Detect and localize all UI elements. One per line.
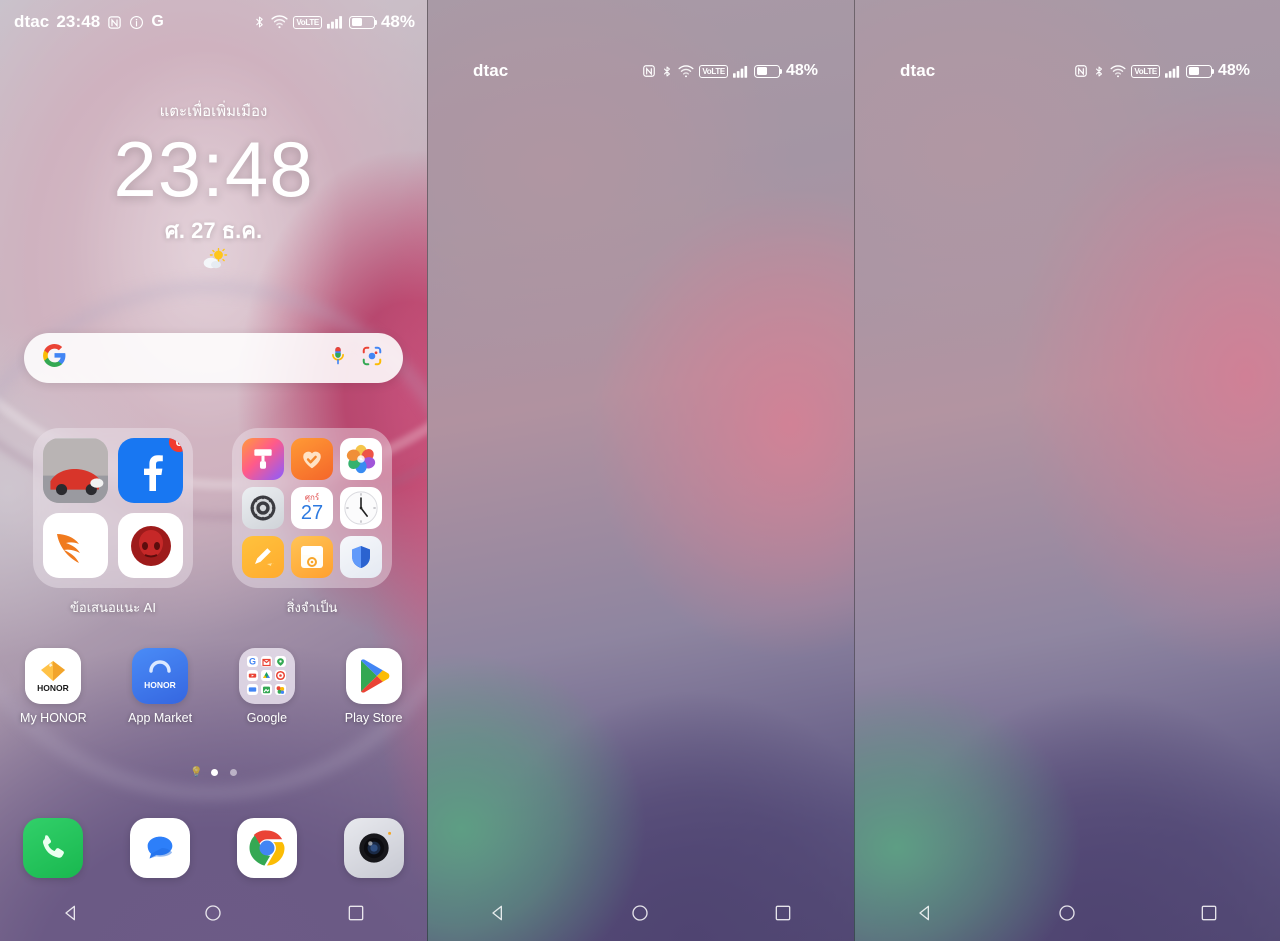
calendar-weekday: ศุกร์ (304, 492, 320, 502)
app-google-folder[interactable]: G Google (214, 648, 321, 725)
volte-icon: VoLTE (1131, 64, 1160, 78)
recents-square-icon[interactable] (773, 903, 793, 928)
health-app[interactable] (291, 438, 333, 480)
google-g-icon (42, 343, 67, 373)
folder-ai-suggestions[interactable]: 6 (33, 428, 193, 588)
nfc-icon (642, 64, 656, 78)
app-label: App Market (128, 711, 193, 725)
recorder-app[interactable] (291, 536, 333, 578)
folder-label: ข้อเสนอแนะ AI (70, 600, 156, 615)
app-label: Play Store (344, 711, 403, 725)
status-bar: dtac 23:48 G VoLTE 48% (0, 0, 427, 44)
partly-cloudy-icon (0, 247, 427, 276)
app-label: My HONOR (20, 711, 87, 725)
gallery-app[interactable] (340, 438, 382, 480)
svg-text:HONOR: HONOR (144, 680, 176, 690)
antutu-app[interactable] (118, 513, 183, 578)
microphone-icon[interactable] (329, 345, 347, 372)
navigation-bar (427, 889, 854, 941)
wifi-icon (678, 64, 694, 78)
signal-icon (326, 15, 344, 29)
home-date[interactable]: ศ. 27 ธ.ค. (0, 213, 427, 248)
calendar-day: 27 (300, 501, 324, 524)
signal-icon (1164, 65, 1181, 78)
page-dot-bulb[interactable]: 💡 (190, 768, 202, 778)
back-triangle-icon[interactable] (915, 903, 935, 928)
signal-icon (732, 65, 749, 78)
navigation-bar (0, 889, 427, 941)
battery-percent: 48% (380, 12, 415, 31)
clock-app[interactable] (340, 487, 382, 529)
google-search-bar[interactable] (24, 333, 403, 383)
navigation-bar (854, 889, 1280, 941)
app-my-honor[interactable]: HONOR My HONOR (0, 648, 107, 725)
racing-game-app[interactable] (43, 438, 108, 503)
dock (0, 818, 427, 878)
settings-app[interactable] (242, 487, 284, 529)
app-label: Google (246, 711, 288, 725)
recents-square-icon[interactable] (346, 903, 366, 928)
folder-label: สิ่งจำเป็น (286, 600, 338, 615)
three-panel-screenshot: dtac 23:48 G VoLTE 48% แตะเพื่อเพิ่มเมือ… (0, 0, 1280, 941)
page-indicator: 💡 (0, 768, 427, 778)
carrier-label: dtac (14, 12, 50, 31)
home-circle-icon[interactable] (203, 903, 223, 928)
svg-text:G: G (249, 657, 256, 667)
battery-icon (1185, 64, 1215, 78)
app-app-market[interactable]: HONOR App Market (107, 648, 214, 725)
panel-divider (427, 0, 428, 941)
calendar-app[interactable]: ศุกร์ 27 (291, 487, 333, 529)
status-time: 23:48 (56, 12, 101, 31)
messages-app[interactable] (130, 818, 191, 878)
wifi-icon (271, 15, 288, 29)
swift-bird-app[interactable] (43, 513, 108, 578)
google-icon: G (151, 13, 164, 30)
wallpaper-blurred (427, 0, 854, 941)
facebook-app[interactable]: 6 (118, 438, 183, 503)
panel-control-center: dtac VoLTE 48% ศูนย์ควบคุม (427, 0, 854, 941)
themes-app[interactable] (242, 438, 284, 480)
app-play-store[interactable]: Play Store (320, 648, 427, 725)
folder-essentials[interactable]: ศุกร์ 27 (232, 428, 392, 588)
recents-square-icon[interactable] (1199, 903, 1219, 928)
back-triangle-icon[interactable] (488, 903, 508, 928)
info-icon (129, 15, 144, 30)
tap-to-add-city-label[interactable]: แตะเพื่อเพิ่มเมือง (0, 99, 427, 123)
notes-app[interactable] (242, 536, 284, 578)
page-dot[interactable] (230, 769, 237, 776)
battery-icon (348, 15, 378, 29)
back-triangle-icon[interactable] (61, 903, 81, 928)
status-bar: dtac VoLTE 48% (854, 56, 1280, 86)
wallpaper-blurred (854, 0, 1280, 941)
google-lens-icon[interactable] (361, 345, 383, 372)
panel-home-screen: dtac 23:48 G VoLTE 48% แตะเพื่อเพิ่มเมือ… (0, 0, 427, 941)
nfc-icon (107, 15, 122, 30)
wifi-icon (1110, 64, 1126, 78)
bluetooth-icon (1093, 64, 1105, 79)
panel-divider (854, 0, 855, 941)
svg-text:HONOR: HONOR (38, 683, 70, 693)
volte-icon: VoLTE (699, 64, 728, 78)
nfc-icon (1074, 64, 1088, 78)
battery-percent: 48% (1217, 62, 1250, 79)
carrier-label: dtac (473, 61, 509, 80)
home-circle-icon[interactable] (1057, 903, 1077, 928)
home-clock[interactable]: 23:48 (0, 130, 427, 208)
bluetooth-icon (253, 14, 266, 30)
status-bar: dtac VoLTE 48% (427, 56, 854, 86)
battery-icon (753, 64, 783, 78)
chrome-app[interactable] (236, 818, 297, 878)
phone-app[interactable] (23, 818, 84, 878)
app-row: HONOR My HONOR HONOR App Market G Google… (0, 648, 427, 725)
camera-app[interactable] (343, 818, 404, 878)
home-circle-icon[interactable] (630, 903, 650, 928)
bluetooth-icon (661, 64, 673, 79)
battery-percent: 48% (785, 62, 818, 79)
security-app[interactable] (340, 536, 382, 578)
carrier-label: dtac (900, 61, 936, 80)
panel-notification-shade: dtac VoLTE 48% 23:48 วัน (854, 0, 1280, 941)
volte-icon: VoLTE (293, 15, 322, 29)
page-dot-active[interactable] (211, 769, 218, 776)
